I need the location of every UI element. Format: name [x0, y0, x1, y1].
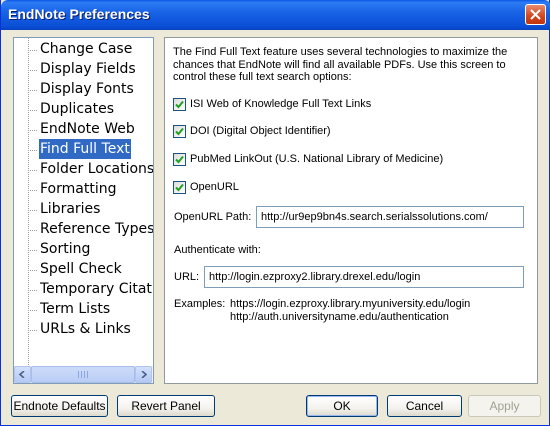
checkmark-icon [175, 183, 184, 191]
examples-label: Examples: [174, 298, 226, 310]
pubmed-checkbox[interactable] [173, 152, 186, 166]
option-doi[interactable]: DOI (Digital Object Identifier) [173, 123, 331, 139]
tree-connector [28, 38, 29, 367]
option-pubmed-linkout[interactable]: PubMed LinkOut (U.S. National Library of… [173, 151, 443, 167]
chevron-right-icon [141, 371, 147, 378]
pubmed-label: PubMed LinkOut (U.S. National Library of… [190, 153, 444, 165]
tree-branch [28, 70, 37, 71]
endnote-defaults-button[interactable]: Endnote Defaults [11, 395, 108, 417]
url-label: URL: [174, 271, 200, 283]
tree-branch [28, 310, 37, 311]
tree-branch [28, 190, 37, 191]
doi-label: DOI (Digital Object Identifier) [190, 125, 331, 137]
nav-item-folder-locations[interactable]: Folder Locations [39, 159, 153, 179]
chevron-left-icon [19, 371, 25, 378]
checkmark-icon [175, 100, 184, 108]
tree-branch [28, 270, 37, 271]
title-bar[interactable]: EndNote Preferences [1, 0, 550, 30]
nav-item-spell-check[interactable]: Spell Check [39, 259, 123, 279]
tree-branch [28, 110, 37, 111]
nav-item-libraries[interactable]: Libraries [39, 199, 101, 219]
openurl-checkbox[interactable] [173, 180, 186, 194]
cancel-button[interactable]: Cancel [387, 395, 462, 417]
nav-item-duplicates[interactable]: Duplicates [39, 99, 115, 119]
panel-description: The Find Full Text feature uses several … [173, 46, 508, 83]
checkmark-icon [175, 127, 184, 135]
nav-item-urls-links[interactable]: URLs & Links [39, 319, 132, 339]
apply-button[interactable]: Apply [468, 395, 541, 417]
tree-branch [28, 130, 37, 131]
close-icon [530, 9, 541, 20]
tree-branch [28, 290, 37, 291]
checkmark-icon [175, 155, 184, 163]
nav-item-term-lists[interactable]: Term Lists [39, 299, 111, 319]
nav-item-find-full-text[interactable]: Find Full Text [39, 139, 131, 159]
doi-checkbox[interactable] [173, 124, 186, 138]
tree-branch [28, 50, 37, 51]
preferences-category-list[interactable]: Change Case Display Fields Display Fonts… [13, 37, 154, 384]
option-openurl[interactable]: OpenURL [173, 179, 239, 195]
scroll-right-button[interactable] [135, 366, 152, 383]
scroll-thumb[interactable] [31, 366, 135, 383]
tree-branch [28, 210, 37, 211]
tree-branch [28, 170, 37, 171]
authentication-url-input[interactable]: http://login.ezproxy2.library.drexel.edu… [204, 266, 524, 288]
ok-button[interactable]: OK [306, 395, 378, 417]
scroll-left-button[interactable] [14, 366, 31, 383]
openurl-label: OpenURL [190, 181, 239, 193]
nav-item-display-fonts[interactable]: Display Fonts [39, 79, 135, 99]
openurl-path-label: OpenURL Path: [174, 211, 252, 223]
nav-item-change-case[interactable]: Change Case [39, 39, 133, 59]
revert-panel-button[interactable]: Revert Panel [117, 395, 215, 417]
nav-item-formatting[interactable]: Formatting [39, 179, 117, 199]
tree-branch [28, 330, 37, 331]
nav-item-temporary-citations[interactable]: Temporary Citatio [39, 279, 153, 299]
tree-branch [28, 250, 37, 251]
example-url-2: http://auth.universityname.edu/authentic… [230, 311, 449, 323]
tree-branch [28, 230, 37, 231]
tree-branch [28, 90, 37, 91]
isi-label: ISI Web of Knowledge Full Text Links [190, 98, 372, 110]
find-full-text-panel: The Find Full Text feature uses several … [164, 37, 538, 384]
category-tree: Change Case Display Fields Display Fonts… [14, 38, 153, 367]
openurl-path-input[interactable]: http://ur9ep9bn4s.search.serialssolution… [256, 206, 524, 228]
example-url-1: https://login.ezproxy.library.myuniversi… [230, 298, 471, 310]
nav-item-display-fields[interactable]: Display Fields [39, 59, 137, 79]
option-isi-web-of-knowledge[interactable]: ISI Web of Knowledge Full Text Links [173, 96, 371, 112]
window-title: EndNote Preferences [8, 6, 150, 22]
tree-branch [28, 150, 37, 151]
isi-checkbox[interactable] [173, 97, 186, 111]
nav-item-sorting[interactable]: Sorting [39, 239, 91, 259]
horizontal-scrollbar[interactable] [14, 366, 153, 383]
preferences-window: EndNote Preferences Change Case Display … [0, 0, 550, 426]
nav-item-endnote-web[interactable]: EndNote Web [39, 119, 136, 139]
close-button[interactable] [525, 4, 546, 25]
authenticate-label: Authenticate with: [174, 244, 261, 256]
grip-icon [78, 371, 88, 378]
nav-item-reference-types[interactable]: Reference Types [39, 219, 153, 239]
